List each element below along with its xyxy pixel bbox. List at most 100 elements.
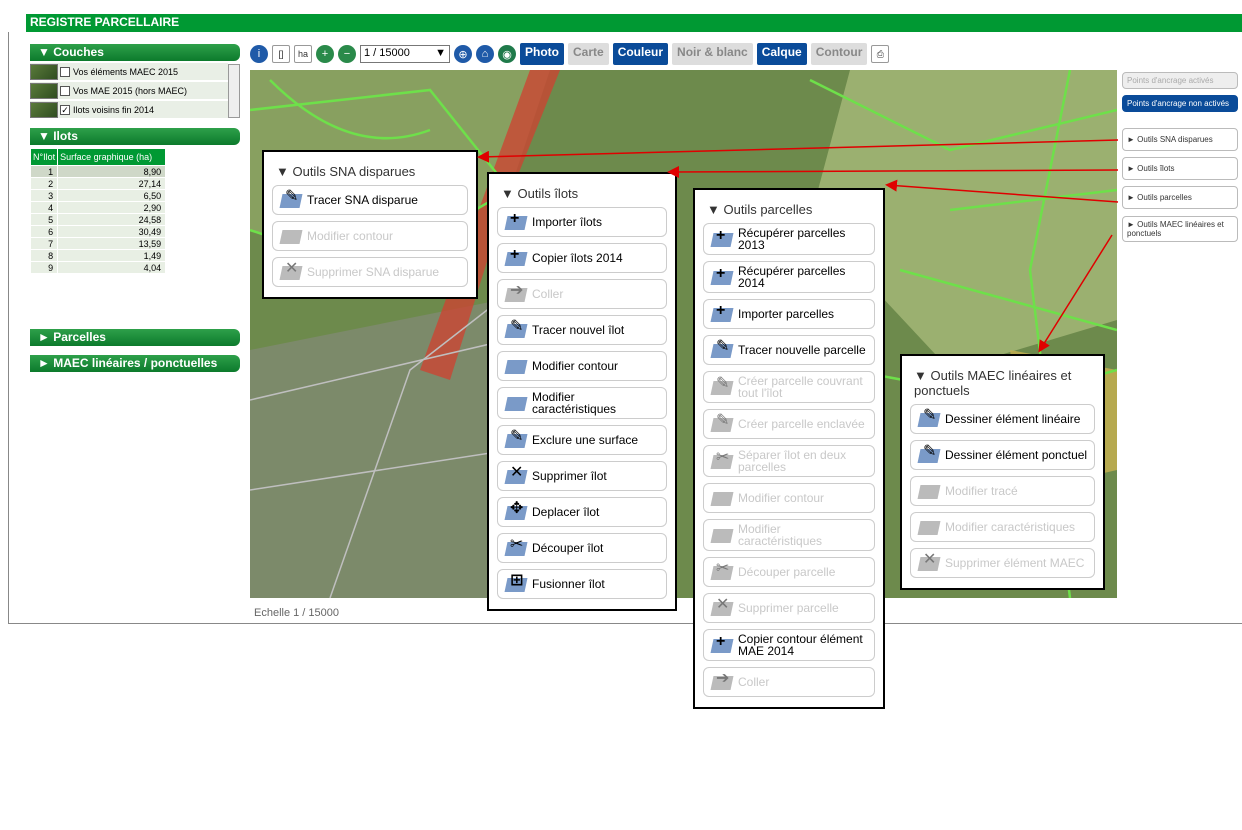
tool-button[interactable]: + Copier contour élément MAE 2014 — [703, 629, 875, 661]
tool-button[interactable]: ✎ Dessiner élément ponctuel — [910, 440, 1095, 470]
crosshair-icon[interactable]: ⊕ — [454, 45, 472, 63]
print-icon[interactable]: ⎙ — [871, 45, 890, 63]
plus-icon: + — [710, 266, 734, 288]
tool-button[interactable]: + Copier îlots 2014 — [497, 243, 667, 273]
checkbox-icon[interactable] — [60, 85, 70, 96]
tool-button[interactable]: + Récupérer parcelles 2014 — [703, 261, 875, 293]
tool-button[interactable]: ✎ Tracer nouvelle parcelle — [703, 335, 875, 365]
tool-button[interactable]: ✕ Supprimer parcelle — [703, 593, 875, 623]
tool-button[interactable]: + Récupérer parcelles 2013 — [703, 223, 875, 255]
delete-icon: ✕ — [710, 597, 734, 619]
tool-label: Tracer nouvelle parcelle — [738, 343, 866, 357]
tool-button[interactable]: Modifier contour — [497, 351, 667, 381]
tool-label: Créer parcelle enclavée — [738, 417, 865, 431]
layer-thumbnail — [30, 101, 58, 118]
tool-label: Récupérer parcelles 2013 — [738, 226, 846, 252]
tool-button[interactable]: Modifier caractéristiques — [910, 512, 1095, 542]
layer-row[interactable]: Vos éléments MAEC 2015 — [30, 63, 228, 81]
tool-button[interactable]: ✎ Créer parcelle enclavée — [703, 409, 875, 439]
panel-title[interactable]: ▼ Outils parcelles — [707, 202, 875, 217]
plus-icon: + — [504, 211, 528, 233]
zoom-in-icon[interactable]: + — [316, 45, 334, 63]
ilot-number-cell: 7 — [29, 237, 59, 250]
ilot-number-cell: 2 — [29, 177, 59, 190]
tool-label: Supprimer îlot — [532, 469, 607, 483]
table-row[interactable]: 6 30,49 — [29, 225, 167, 238]
panel-title[interactable]: ▼ Outils SNA disparues — [276, 164, 468, 179]
carte-button[interactable]: Carte — [568, 43, 609, 65]
photo-button[interactable]: Photo — [520, 43, 564, 65]
tool-label: Séparer îlot en deux parcelles — [738, 448, 847, 474]
tool-label: Modifier contour — [532, 359, 619, 373]
surface-cell: 27,14 — [57, 177, 167, 190]
zoom-out-icon[interactable]: − — [338, 45, 356, 63]
tool-button[interactable]: ✕ Supprimer îlot — [497, 461, 667, 491]
outils-ilots-button[interactable]: ► Outils îlots — [1122, 157, 1238, 180]
layer-row[interactable]: ✓ Ilots voisins fin 2014 — [30, 101, 228, 119]
table-row[interactable]: 1 8,90 — [29, 165, 167, 178]
tool-button[interactable]: ✂ Séparer îlot en deux parcelles — [703, 445, 875, 477]
tool-button[interactable]: ✂ Découper îlot — [497, 533, 667, 563]
table-row[interactable]: 8 1,49 — [29, 249, 167, 262]
tool-button[interactable]: + Importer îlots — [497, 207, 667, 237]
table-row[interactable]: 4 2,90 — [29, 201, 167, 214]
tool-button[interactable]: ✎ Créer parcelle couvrant tout l'îlot — [703, 371, 875, 403]
tool-label: Deplacer îlot — [532, 505, 600, 519]
tool-label: Supprimer parcelle — [738, 601, 839, 615]
info-icon[interactable]: i — [250, 45, 268, 63]
table-row[interactable]: 7 13,59 — [29, 237, 167, 250]
tool-button[interactable]: ✕ Supprimer élément MAEC — [910, 548, 1095, 578]
checkbox-icon[interactable] — [60, 66, 70, 77]
tool-button[interactable]: Modifier caractéristiques — [497, 387, 667, 419]
noir-blanc-button[interactable]: Noir & blanc — [672, 43, 753, 65]
tool-button[interactable]: ✕ Supprimer SNA disparue — [272, 257, 468, 287]
couches-header[interactable]: ▼ Couches — [30, 44, 240, 61]
outils-sna-button[interactable]: ► Outils SNA disparues — [1122, 128, 1238, 151]
tool-button[interactable]: ✎ Dessiner élément linéaire — [910, 404, 1095, 434]
parcelles-header[interactable]: ► Parcelles — [30, 329, 240, 346]
area-icon[interactable]: ha — [294, 45, 312, 63]
tool-button[interactable]: ✥ Deplacer îlot — [497, 497, 667, 527]
tool-button[interactable]: Modifier caractéristiques — [703, 519, 875, 551]
tool-button[interactable]: Modifier contour — [272, 221, 468, 251]
tool-button[interactable]: ✂ Découper parcelle — [703, 557, 875, 587]
globe-icon[interactable]: ◉ — [498, 45, 516, 63]
tool-button[interactable]: Modifier contour — [703, 483, 875, 513]
anchor-points-on-button[interactable]: Points d'ancrage activés — [1122, 72, 1238, 89]
tool-button[interactable]: ➔ Coller — [703, 667, 875, 697]
couleur-button[interactable]: Couleur — [612, 43, 669, 65]
outils-maec-button[interactable]: ► Outils MAEC linéaires et ponctuels — [1122, 216, 1238, 242]
tool-button[interactable]: ✎ Exclure une surface — [497, 425, 667, 455]
paste-icon: ➔ — [710, 671, 734, 693]
panel-title[interactable]: ▼ Outils îlots — [501, 186, 667, 201]
ilot-number-cell: 3 — [29, 189, 59, 202]
panel-title[interactable]: ▼ Outils MAEC linéaires et ponctuels — [914, 368, 1095, 398]
tool-button[interactable]: ⊞ Fusionner îlot — [497, 569, 667, 599]
layers-scrollbar[interactable] — [228, 64, 240, 118]
table-row[interactable]: 5 24,58 — [29, 213, 167, 226]
delete-icon: ✕ — [504, 465, 528, 487]
checkbox-checked-icon[interactable]: ✓ — [60, 104, 70, 115]
measure-icon[interactable]: [] — [272, 45, 290, 63]
table-row[interactable]: 9 4,04 — [29, 261, 167, 274]
tool-button[interactable]: ✎ Tracer nouvel îlot — [497, 315, 667, 345]
anchor-points-off-button[interactable]: Points d'ancrage non activés — [1122, 95, 1238, 112]
table-row[interactable]: 2 27,14 — [29, 177, 167, 190]
edit-shape-icon — [917, 516, 941, 538]
contour-button[interactable]: Contour — [810, 43, 868, 65]
ilots-header[interactable]: ▼ Ilots — [30, 128, 240, 145]
edit-shape-icon — [710, 524, 734, 546]
tool-button[interactable]: + Importer parcelles — [703, 299, 875, 329]
maec-header[interactable]: ► MAEC linéaires / ponctuelles — [30, 355, 240, 372]
outils-parcelles-button[interactable]: ► Outils parcelles — [1122, 186, 1238, 209]
tool-label: Modifier contour — [738, 491, 825, 505]
scale-select[interactable]: 1 / 15000 ▼ — [360, 45, 450, 63]
table-row[interactable]: 3 6,50 — [29, 189, 167, 202]
tool-button[interactable]: ✎ Tracer SNA disparue — [272, 185, 468, 215]
tool-button[interactable]: Modifier tracé — [910, 476, 1095, 506]
layer-row[interactable]: Vos MAE 2015 (hors MAEC) — [30, 82, 228, 100]
calque-button[interactable]: Calque — [756, 43, 807, 65]
ilot-number-cell: 4 — [29, 201, 59, 214]
tool-button[interactable]: ➔ Coller — [497, 279, 667, 309]
home-icon[interactable]: ⌂ — [476, 45, 494, 63]
